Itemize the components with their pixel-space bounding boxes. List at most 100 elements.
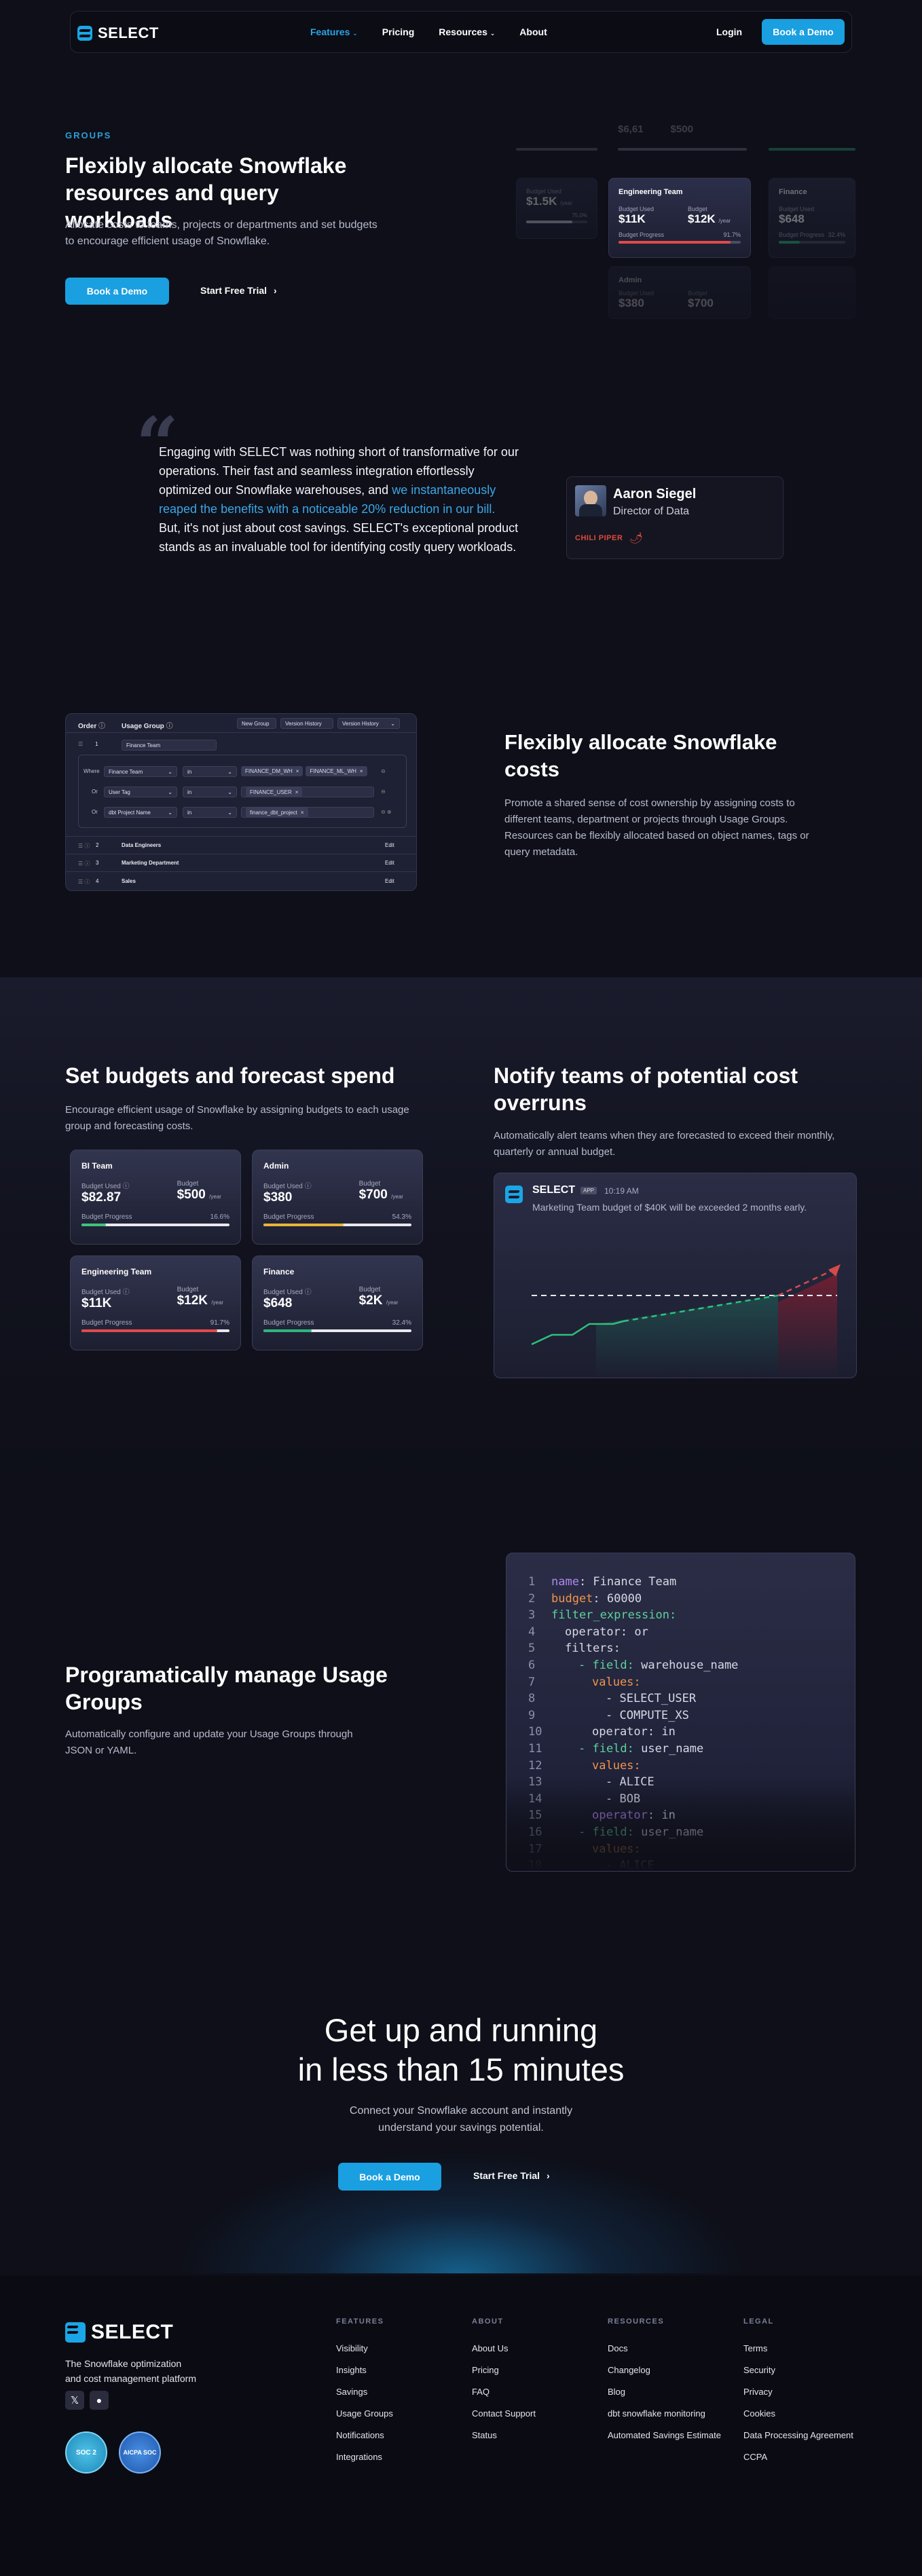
progress-fill xyxy=(263,1329,312,1332)
footer-link[interactable]: Savings xyxy=(336,2381,393,2403)
usage-group-header: Usage Group ⓘ xyxy=(122,723,173,730)
delete-icon[interactable]: ⊖ ⊕ xyxy=(381,809,392,815)
drag-handle-icon[interactable]: ☰ xyxy=(78,741,83,747)
footer-link[interactable]: dbt snowflake monitoring xyxy=(608,2403,721,2425)
table-row[interactable]: ☰ ⓘ 4 Sales Edit xyxy=(66,871,416,890)
notify-message: Marketing Team budget of $40K will be ex… xyxy=(532,1202,807,1213)
forecast-chart xyxy=(531,1264,841,1377)
company-logo: CHILI PIPER xyxy=(575,534,623,542)
footer-link[interactable]: CCPA xyxy=(743,2446,853,2468)
code-line: 10 operator: in xyxy=(528,1725,676,1739)
progress-fill xyxy=(81,1224,107,1226)
brand-logo[interactable]: SELECT xyxy=(77,24,159,42)
notify-app-name: SELECT xyxy=(532,1184,576,1196)
footer-link[interactable]: Data Processing Agreement xyxy=(743,2425,853,2446)
nav-resources[interactable]: Resources ⌄ xyxy=(439,26,495,37)
x-twitter-icon[interactable]: 𝕏 xyxy=(65,2391,84,2410)
budget-card-bi-team[interactable]: BI Team Budget Used ⓘ $82.87 Budget $500 /… xyxy=(70,1150,241,1245)
condition-field-2[interactable]: User Tag ⌄ xyxy=(104,787,177,797)
footer-link[interactable]: Notifications xyxy=(336,2425,393,2446)
version-history-dropdown[interactable]: Version History ⌄ xyxy=(337,718,400,729)
footer-brand[interactable]: SELECT xyxy=(65,2321,173,2344)
condition-field-3[interactable]: dbt Project Name ⌄ xyxy=(104,807,177,818)
chevron-down-icon: ⌄ xyxy=(352,30,358,37)
select-logo-icon xyxy=(77,26,92,41)
footer-link[interactable]: FAQ xyxy=(472,2381,536,2403)
group-name-input[interactable]: Finance Team xyxy=(122,740,217,751)
hero-card-engineering: Engineering Team Budget Used $11K Budget $… xyxy=(608,178,751,258)
edit-button[interactable]: Edit xyxy=(385,860,394,866)
chip[interactable]: FINANCE_ML_WH × xyxy=(306,766,367,776)
footer-link[interactable]: Blog xyxy=(608,2381,721,2403)
footer-link[interactable]: Privacy xyxy=(743,2381,853,2403)
budget-card-engineering[interactable]: Engineering Team Budget Used ⓘ $11K Budge… xyxy=(70,1255,241,1350)
code-line: 8- SELECT_USER xyxy=(528,1692,697,1706)
footer-link[interactable]: Changelog xyxy=(608,2360,721,2381)
condition-field-1[interactable]: Finance Team ⌄ xyxy=(104,766,177,777)
footer-column-legal: LEGAL Terms Security Privacy Cookies Data Pro… xyxy=(743,2317,853,2468)
version-history-button[interactable]: Version History xyxy=(280,718,333,729)
footer-link[interactable]: About Us xyxy=(472,2338,536,2360)
progress-fill xyxy=(263,1224,344,1226)
progress-fill xyxy=(81,1329,217,1332)
edit-button[interactable]: Edit xyxy=(385,842,394,848)
notify-description: Automatically alert teams when they are … xyxy=(494,1130,835,1158)
budget-card-admin[interactable]: Admin Budget Used ⓘ $380 Budget $700 /year… xyxy=(252,1150,423,1245)
condition-op-2[interactable]: in ⌄ xyxy=(183,787,237,797)
footer-heading: RESOURCES xyxy=(608,2317,665,2326)
nav-pricing[interactable]: Pricing xyxy=(382,26,414,37)
chip[interactable]: finance_dbt_project × xyxy=(246,807,308,818)
budget-card-finance[interactable]: Finance Budget Used ⓘ $648 Budget $2K /yea… xyxy=(252,1255,423,1350)
footer-heading: LEGAL xyxy=(743,2317,774,2326)
table-row[interactable]: ☰ ⓘ 2 Data Engineers Edit xyxy=(66,836,416,854)
notify-title: Notify teams of potential cost overruns xyxy=(494,1063,798,1115)
nav-links: Features ⌄ Pricing Resources ⌄ About xyxy=(310,26,547,37)
nav-book-demo-button[interactable]: Book a Demo xyxy=(762,19,845,45)
top-navbar: SELECT Features ⌄ Pricing Resources ⌄ Ab… xyxy=(70,11,852,53)
hero-start-trial-button[interactable]: Start Free Trial › xyxy=(200,285,277,296)
code-line: 11- field: user_name xyxy=(528,1741,704,1756)
footer-link[interactable]: Contact Support xyxy=(472,2403,536,2425)
testimonial-quote: Engaging with SELECT was nothing short o… xyxy=(159,445,519,554)
footer-link[interactable]: Integrations xyxy=(336,2446,393,2468)
login-link[interactable]: Login xyxy=(716,26,742,37)
footer-heading: ABOUT xyxy=(472,2317,504,2326)
footer-link[interactable]: Status xyxy=(472,2425,536,2446)
select-logo-icon xyxy=(65,2322,86,2343)
footer-link[interactable]: Visibility xyxy=(336,2338,393,2360)
cta-book-demo-button[interactable]: Book a Demo xyxy=(338,2163,441,2191)
delete-icon[interactable]: ⊖ xyxy=(381,768,386,774)
footer-column-resources: RESOURCES Docs Changelog Blog dbt snowflake … xyxy=(608,2317,721,2446)
footer-link[interactable]: Cookies xyxy=(743,2403,853,2425)
condition-op-3[interactable]: in ⌄ xyxy=(183,807,237,818)
footer-link[interactable]: Pricing xyxy=(472,2360,536,2381)
hero-book-demo-button[interactable]: Book a Demo xyxy=(65,278,169,305)
code-line: 7 values: xyxy=(528,1675,641,1689)
chip[interactable]: FINANCE_DM_WH × xyxy=(241,766,303,776)
code-line: 12 values: xyxy=(528,1758,641,1773)
progress-fill xyxy=(619,241,731,244)
condition-op-1[interactable]: in ⌄ xyxy=(183,766,237,777)
footer-link[interactable]: Docs xyxy=(608,2338,721,2360)
footer-link[interactable]: Security xyxy=(743,2360,853,2381)
overrun-area xyxy=(778,1274,837,1377)
footer-link[interactable]: Usage Groups xyxy=(336,2403,393,2425)
hero-card-admin: Admin Budget Used $380 Budget $700 xyxy=(608,266,751,319)
app-badge: APP xyxy=(580,1187,597,1194)
nav-features[interactable]: Features ⌄ xyxy=(310,26,358,37)
code-line: 5 filters: xyxy=(528,1642,621,1656)
chip[interactable]: FINANCE_USER × xyxy=(246,787,303,797)
new-group-button[interactable]: New Group xyxy=(237,718,276,729)
nav-about[interactable]: About xyxy=(519,26,547,37)
table-row[interactable]: ☰ ⓘ 3 Marketing Department Edit xyxy=(66,854,416,871)
footer-link[interactable]: Automated Savings Estimate xyxy=(608,2425,721,2446)
edit-button[interactable]: Edit xyxy=(385,878,394,884)
footer-link[interactable]: Insights xyxy=(336,2360,393,2381)
github-icon[interactable]: ● xyxy=(90,2391,109,2410)
delete-icon[interactable]: ⊖ xyxy=(381,789,386,795)
api-title: Programatically manage Usage Groups xyxy=(65,1663,388,1714)
cta-start-trial-button[interactable]: Start Free Trial › xyxy=(473,2170,550,2181)
budget-cards-grid: BI Team Budget Used ⓘ $82.87 Budget $500 /… xyxy=(70,1150,426,1353)
author-name: Aaron Siegel xyxy=(613,487,697,501)
footer-link[interactable]: Terms xyxy=(743,2338,853,2360)
